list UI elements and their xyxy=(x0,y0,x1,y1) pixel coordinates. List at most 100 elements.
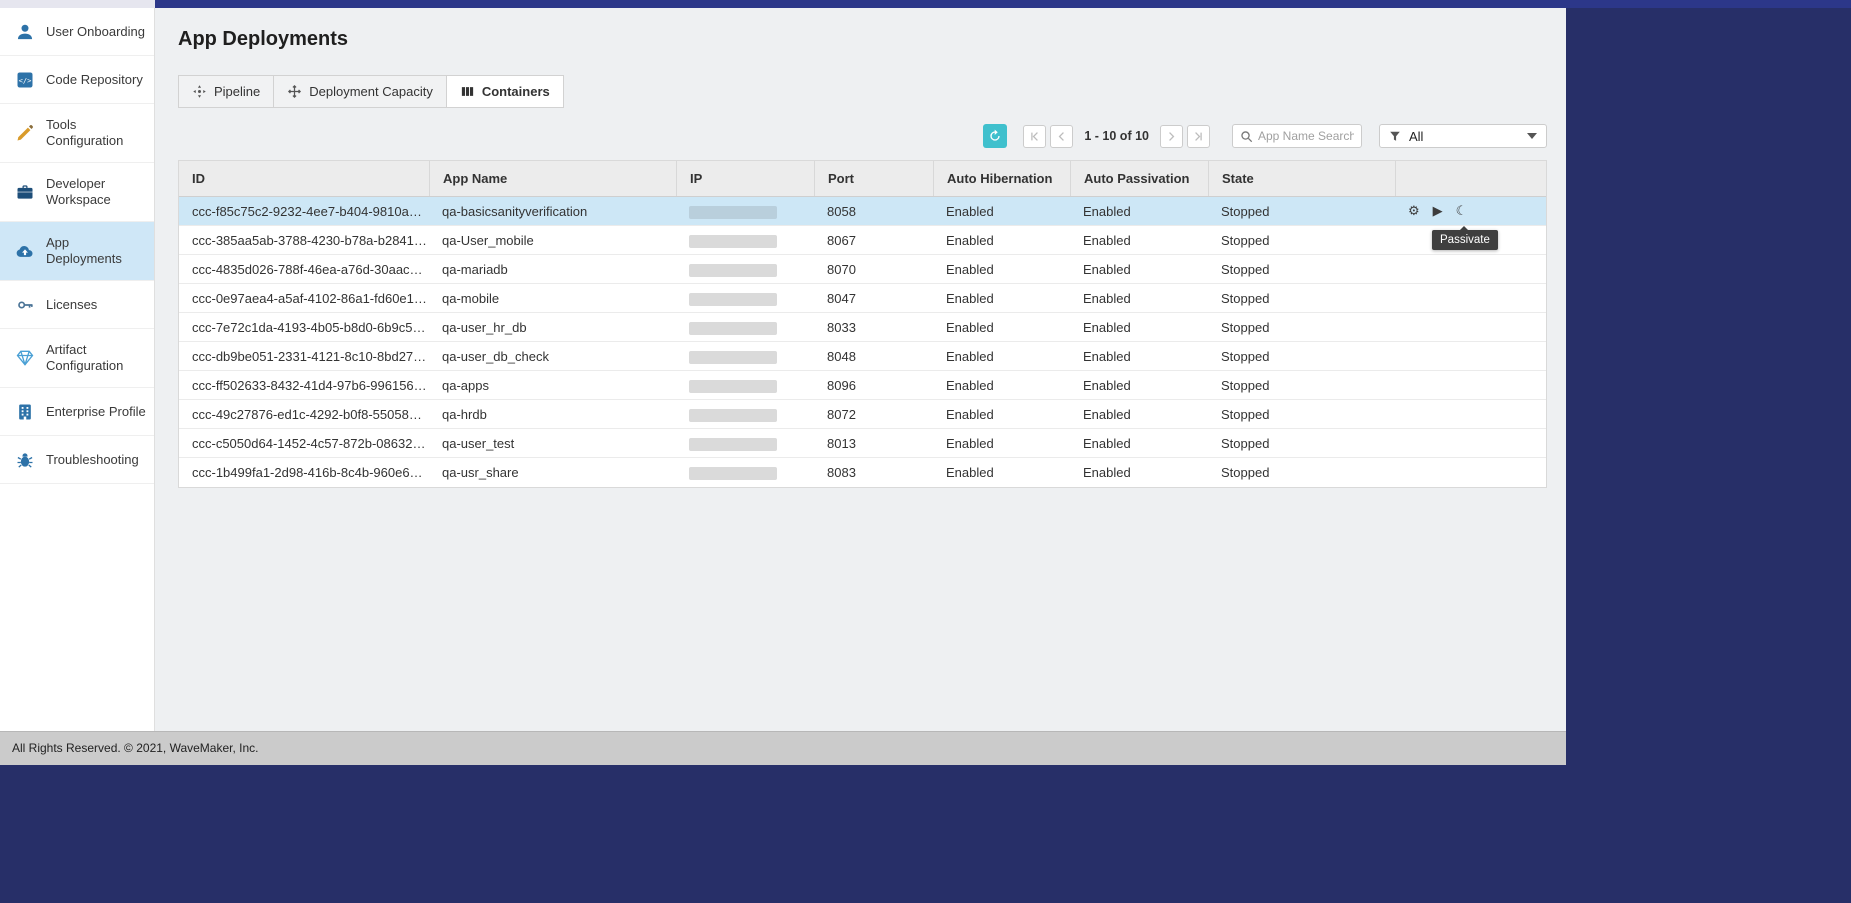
prev-page-icon xyxy=(1055,130,1068,143)
cell-id: ccc-4835d026-788f-46ea-a76d-30aac3… xyxy=(179,262,429,277)
refresh-button[interactable] xyxy=(983,124,1007,148)
table-row[interactable]: ccc-c5050d64-1452-4c57-872b-086322… qa-u… xyxy=(179,429,1546,458)
diamond-icon xyxy=(14,348,36,368)
tab-label: Deployment Capacity xyxy=(309,84,433,99)
cell-ip xyxy=(676,435,814,450)
first-page-button[interactable] xyxy=(1023,125,1046,148)
cell-ip xyxy=(676,261,814,276)
tab-deployment-capacity[interactable]: Deployment Capacity xyxy=(273,75,447,108)
app-name-search-input[interactable] xyxy=(1258,129,1354,143)
cell-app-name: qa-basicsanityverification xyxy=(429,204,676,219)
ip-redacted xyxy=(689,409,777,422)
tab-label: Containers xyxy=(482,84,550,99)
ip-redacted xyxy=(689,380,777,393)
cell-auto-passivation: Enabled xyxy=(1070,262,1208,277)
cell-app-name: qa-hrdb xyxy=(429,407,676,422)
sidebar-item-label: Code Repository xyxy=(46,72,143,88)
cell-state: Stopped xyxy=(1208,378,1395,393)
passivate-moon-icon[interactable]: ☾ xyxy=(1456,205,1468,218)
cell-auto-hibernation: Enabled xyxy=(933,436,1070,451)
cell-id: ccc-db9be051-2331-4121-8c10-8bd277… xyxy=(179,349,429,364)
cell-id: ccc-1b499fa1-2d98-416b-8c4b-960e68… xyxy=(179,465,429,480)
cell-id: ccc-385aa5ab-3788-4230-b78a-b2841c… xyxy=(179,233,429,248)
cell-app-name: qa-mobile xyxy=(429,291,676,306)
search-box xyxy=(1232,124,1362,148)
cell-id: ccc-c5050d64-1452-4c57-872b-086322… xyxy=(179,436,429,451)
table-row[interactable]: ccc-4835d026-788f-46ea-a76d-30aac3… qa-m… xyxy=(179,255,1546,284)
cell-auto-passivation: Enabled xyxy=(1070,407,1208,422)
app-window: User Onboarding </> Code Repository Tool… xyxy=(0,8,1566,765)
cell-auto-hibernation: Enabled xyxy=(933,378,1070,393)
table-row[interactable]: ccc-f85c75c2-9232-4ee7-b404-9810a8… qa-b… xyxy=(179,197,1546,226)
cell-auto-hibernation: Enabled xyxy=(933,233,1070,248)
passivate-tooltip: Passivate xyxy=(1432,230,1498,250)
containers-table: ID App Name IP Port Auto Hibernation Aut… xyxy=(178,160,1547,488)
ip-redacted xyxy=(689,293,777,306)
cell-auto-passivation: Enabled xyxy=(1070,349,1208,364)
table-row[interactable]: ccc-0e97aea4-a5af-4102-86a1-fd60e16… qa-… xyxy=(179,284,1546,313)
cell-state: Stopped xyxy=(1208,320,1395,335)
cell-auto-passivation: Enabled xyxy=(1070,233,1208,248)
ip-redacted xyxy=(689,438,777,451)
sidebar-item-licenses[interactable]: Licenses xyxy=(0,281,154,329)
table-row[interactable]: ccc-db9be051-2331-4121-8c10-8bd277… qa-u… xyxy=(179,342,1546,371)
pagination: 1 - 10 of 10 xyxy=(1021,125,1212,148)
tab-containers[interactable]: Containers xyxy=(446,75,564,108)
sidebar-item-tools-configuration[interactable]: Tools Configuration xyxy=(0,104,154,163)
cell-app-name: qa-user_hr_db xyxy=(429,320,676,335)
cell-ip xyxy=(676,377,814,392)
cell-id: ccc-7e72c1da-4193-4b05-b8d0-6b9c54… xyxy=(179,320,429,335)
cell-port: 8058 xyxy=(814,204,933,219)
ip-redacted xyxy=(689,351,777,364)
next-page-button[interactable] xyxy=(1160,125,1183,148)
sidebar-item-developer-workspace[interactable]: Developer Workspace xyxy=(0,163,154,222)
cell-ip xyxy=(676,348,814,363)
cell-auto-hibernation: Enabled xyxy=(933,291,1070,306)
sidebar-item-app-deployments[interactable]: App Deployments xyxy=(0,222,154,281)
state-filter-dropdown[interactable]: All xyxy=(1379,124,1547,148)
sidebar-item-artifact-configuration[interactable]: Artifact Configuration xyxy=(0,329,154,388)
column-header-actions xyxy=(1395,161,1546,196)
start-play-icon[interactable]: ▶ xyxy=(1433,205,1443,218)
cell-state: Stopped xyxy=(1208,407,1395,422)
sidebar-item-user-onboarding[interactable]: User Onboarding xyxy=(0,8,154,56)
sidebar-item-troubleshooting[interactable]: Troubleshooting xyxy=(0,436,154,484)
prev-page-button[interactable] xyxy=(1050,125,1073,148)
table-row[interactable]: ccc-385aa5ab-3788-4230-b78a-b2841c… qa-U… xyxy=(179,226,1546,255)
ip-redacted xyxy=(689,264,777,277)
ip-redacted xyxy=(689,467,777,480)
sidebar: User Onboarding </> Code Repository Tool… xyxy=(0,8,155,731)
table-row[interactable]: ccc-1b499fa1-2d98-416b-8c4b-960e68… qa-u… xyxy=(179,458,1546,487)
table-row[interactable]: ccc-ff502633-8432-41d4-97b6-996156… qa-a… xyxy=(179,371,1546,400)
cell-auto-hibernation: Enabled xyxy=(933,204,1070,219)
tab-pipeline[interactable]: Pipeline xyxy=(178,75,274,108)
cell-app-name: qa-usr_share xyxy=(429,465,676,480)
sidebar-item-code-repository[interactable]: </> Code Repository xyxy=(0,56,154,104)
settings-gear-icon[interactable]: ⚙ xyxy=(1408,205,1420,218)
table-row[interactable]: ccc-7e72c1da-4193-4b05-b8d0-6b9c54… qa-u… xyxy=(179,313,1546,342)
cell-ip xyxy=(676,203,814,218)
cell-port: 8047 xyxy=(814,291,933,306)
ip-redacted xyxy=(689,235,777,248)
column-header-state: State xyxy=(1208,161,1395,196)
table-row[interactable]: ccc-49c27876-ed1c-4292-b0f8-550588… qa-h… xyxy=(179,400,1546,429)
code-icon: </> xyxy=(14,70,36,90)
cell-app-name: qa-user_db_check xyxy=(429,349,676,364)
user-icon xyxy=(14,22,36,42)
cell-port: 8013 xyxy=(814,436,933,451)
cell-ip xyxy=(676,319,814,334)
column-header-port: Port xyxy=(814,161,933,196)
sidebar-item-label: User Onboarding xyxy=(46,24,145,40)
cell-app-name: qa-user_test xyxy=(429,436,676,451)
cell-port: 8048 xyxy=(814,349,933,364)
top-frame-strip-left xyxy=(0,0,155,8)
cell-state: Stopped xyxy=(1208,349,1395,364)
top-frame-strip xyxy=(0,0,1851,8)
cell-ip xyxy=(676,406,814,421)
last-page-button[interactable] xyxy=(1187,125,1210,148)
capacity-icon xyxy=(287,84,302,99)
cell-ip xyxy=(676,290,814,305)
tab-label: Pipeline xyxy=(214,84,260,99)
cell-app-name: qa-User_mobile xyxy=(429,233,676,248)
sidebar-item-enterprise-profile[interactable]: Enterprise Profile xyxy=(0,388,154,436)
